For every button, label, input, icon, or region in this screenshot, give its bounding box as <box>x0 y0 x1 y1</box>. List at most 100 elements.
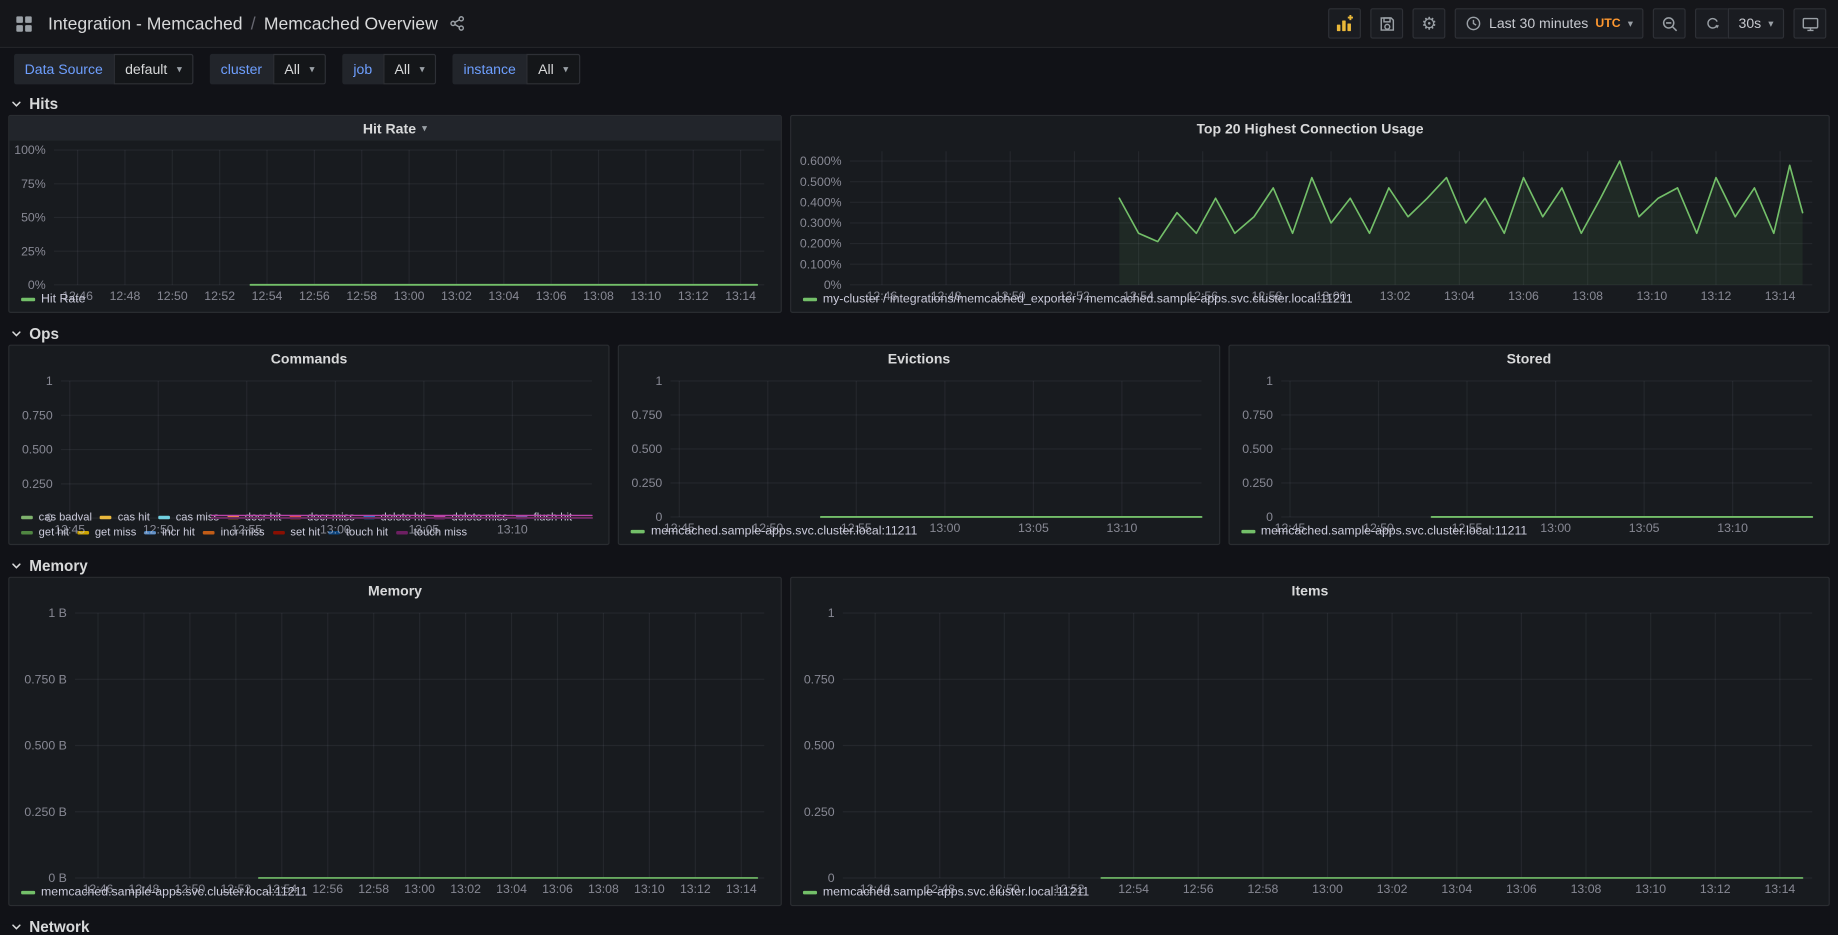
svg-text:12:54: 12:54 <box>1118 882 1149 896</box>
chevron-down-icon: ▾ <box>419 64 424 75</box>
refresh-icon <box>1704 15 1720 31</box>
svg-text:12:50: 12:50 <box>1363 521 1394 535</box>
add-panel-button[interactable] <box>1328 8 1361 38</box>
svg-text:13:10: 13:10 <box>1107 521 1138 535</box>
variable-datasource-label: Data Source <box>14 54 113 84</box>
panel-header-hit-rate[interactable]: Hit Rate ▾ <box>9 116 780 141</box>
svg-text:12:54: 12:54 <box>1123 289 1154 303</box>
svg-text:13:05: 13:05 <box>1628 521 1659 535</box>
panel-top20-connection-usage: Top 20 Highest Connection Usage 0.600%0.… <box>790 115 1830 313</box>
chevron-down-icon: ▾ <box>1628 18 1633 29</box>
refresh-button[interactable] <box>1695 8 1728 38</box>
chevron-down-icon: ▾ <box>422 123 427 134</box>
svg-text:1: 1 <box>1266 374 1273 388</box>
cycle-view-mode-button[interactable] <box>1793 8 1826 38</box>
svg-text:13:10: 13:10 <box>1717 521 1748 535</box>
svg-text:13:12: 13:12 <box>1700 882 1731 896</box>
panel-header-stored[interactable]: Stored <box>1229 346 1828 372</box>
svg-text:13:10: 13:10 <box>1635 882 1666 896</box>
variable-datasource-select[interactable]: default▾ <box>113 54 193 84</box>
breadcrumb-dashboard-title[interactable]: Memcached Overview <box>264 13 438 33</box>
connection-usage-chart[interactable]: 0.600%0.500%0.400%0.300%0.200%0.100%0%12… <box>794 144 1824 289</box>
svg-text:12:55: 12:55 <box>1451 521 1482 535</box>
svg-text:12:52: 12:52 <box>1054 882 1085 896</box>
svg-text:1 B: 1 B <box>48 606 66 620</box>
svg-text:12:58: 12:58 <box>1252 289 1283 303</box>
svg-text:13:14: 13:14 <box>725 289 756 303</box>
svg-text:12:50: 12:50 <box>175 882 206 896</box>
share-icon[interactable] <box>446 12 469 35</box>
svg-text:13:06: 13:06 <box>1508 289 1539 303</box>
row-header-memory[interactable]: Memory <box>8 557 1830 575</box>
chevron-down-icon: ▾ <box>563 64 568 75</box>
svg-text:0.500 B: 0.500 B <box>24 739 66 753</box>
svg-text:13:05: 13:05 <box>408 522 439 536</box>
svg-text:13:14: 13:14 <box>1765 289 1796 303</box>
svg-text:0.300%: 0.300% <box>800 216 842 230</box>
row-header-ops[interactable]: Ops <box>8 325 1830 343</box>
variable-bar: Data Source default▾ cluster All▾ job Al… <box>0 48 1838 89</box>
items-chart[interactable]: 10.7500.5000.250012:4612:4812:5012:5212:… <box>794 606 1824 883</box>
svg-text:13:10: 13:10 <box>497 522 528 536</box>
refresh-button-group: 30s ▾ <box>1695 8 1784 38</box>
svg-text:12:55: 12:55 <box>231 522 262 536</box>
svg-text:0.400%: 0.400% <box>800 195 842 209</box>
svg-text:13:00: 13:00 <box>404 882 435 896</box>
variable-instance-select[interactable]: All▾ <box>526 54 580 84</box>
row-header-network[interactable]: Network <box>8 918 1830 935</box>
svg-text:1: 1 <box>656 374 663 388</box>
variable-instance: instance All▾ <box>453 54 580 84</box>
variable-job: job All▾ <box>343 54 437 84</box>
row-header-hits[interactable]: Hits <box>8 95 1830 113</box>
svg-text:1: 1 <box>46 374 53 388</box>
svg-text:13:06: 13:06 <box>536 289 567 303</box>
panel-header-items[interactable]: Items <box>791 578 1828 604</box>
variable-instance-label: instance <box>453 54 527 84</box>
panel-header-evictions[interactable]: Evictions <box>619 346 1218 372</box>
svg-text:0.750: 0.750 <box>632 408 663 422</box>
panel-header-commands[interactable]: Commands <box>9 346 608 372</box>
variable-cluster-select[interactable]: All▾ <box>273 54 327 84</box>
chevron-down-icon <box>11 560 23 572</box>
breadcrumb-folder[interactable]: Integration - Memcached <box>48 13 242 33</box>
panel-stored: Stored 10.7500.5000.250012:4512:5012:551… <box>1228 345 1830 545</box>
row-title: Ops <box>29 325 59 343</box>
zoom-out-button[interactable] <box>1653 8 1686 38</box>
chevron-down-icon: ▾ <box>309 64 314 75</box>
svg-text:12:58: 12:58 <box>358 882 389 896</box>
svg-text:12:56: 12:56 <box>299 289 330 303</box>
svg-text:12:56: 12:56 <box>312 882 343 896</box>
svg-text:12:52: 12:52 <box>204 289 235 303</box>
memory-chart[interactable]: 1 B0.750 B0.500 B0.250 B0 B12:4612:4812:… <box>12 606 776 883</box>
svg-text:12:54: 12:54 <box>266 882 297 896</box>
panel-header-top20[interactable]: Top 20 Highest Connection Usage <box>791 116 1828 142</box>
breadcrumb-separator: / <box>251 13 256 33</box>
row-title: Network <box>29 918 89 935</box>
stored-chart[interactable]: 10.7500.5000.250012:4512:5012:5513:0013:… <box>1232 374 1824 522</box>
apps-grid-icon[interactable] <box>12 11 37 36</box>
svg-text:13:04: 13:04 <box>496 882 527 896</box>
svg-text:13:10: 13:10 <box>634 882 665 896</box>
svg-text:13:00: 13:00 <box>930 521 961 535</box>
commands-chart[interactable]: 10.7500.5000.250012:4512:5012:5513:0013:… <box>12 374 604 509</box>
svg-text:13:04: 13:04 <box>1441 882 1472 896</box>
monitor-icon <box>1801 15 1819 33</box>
svg-text:0.500: 0.500 <box>22 443 53 457</box>
save-dashboard-icon[interactable] <box>1371 8 1404 38</box>
svg-text:0.250: 0.250 <box>22 477 53 491</box>
hit-rate-chart[interactable]: 100%75%50%25%0%12:4612:4812:5012:5212:54… <box>12 143 776 290</box>
dashboard-settings-button[interactable]: ⚙ <box>1413 8 1446 38</box>
svg-text:13:00: 13:00 <box>320 522 351 536</box>
panel-header-memory[interactable]: Memory <box>9 578 780 604</box>
svg-text:12:50: 12:50 <box>995 289 1026 303</box>
variable-job-select[interactable]: All▾ <box>383 54 437 84</box>
refresh-interval-picker[interactable]: 30s ▾ <box>1728 8 1784 38</box>
svg-text:13:14: 13:14 <box>1764 882 1795 896</box>
svg-text:13:10: 13:10 <box>630 289 661 303</box>
svg-text:0%: 0% <box>28 278 46 292</box>
row-title: Memory <box>29 557 87 575</box>
evictions-chart[interactable]: 10.7500.5000.250012:4512:5012:5513:0013:… <box>622 374 1214 522</box>
time-range-picker[interactable]: Last 30 minutes UTC ▾ <box>1455 8 1644 38</box>
svg-text:13:06: 13:06 <box>542 882 573 896</box>
svg-text:0.500%: 0.500% <box>800 175 842 189</box>
